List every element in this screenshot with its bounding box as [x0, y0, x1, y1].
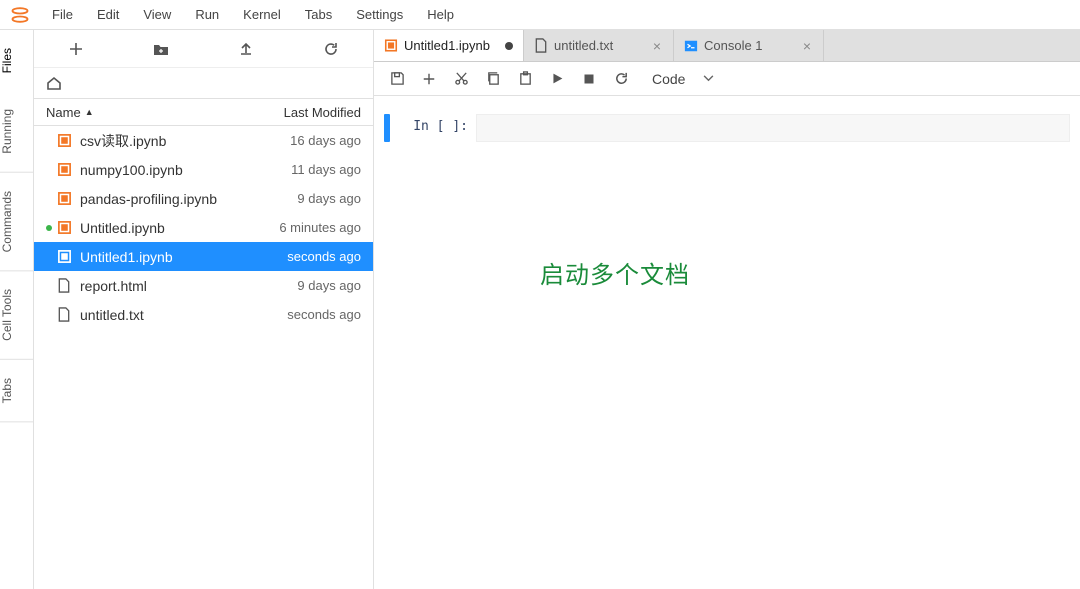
file-browser-toolbar — [34, 30, 373, 68]
file-row[interactable]: Untitled.ipynb6 minutes ago — [34, 213, 373, 242]
file-row[interactable]: pandas-profiling.ipynb9 days ago — [34, 184, 373, 213]
editor-tab[interactable]: Console 1 × — [674, 30, 824, 61]
upload-button[interactable] — [234, 37, 258, 61]
close-icon[interactable]: × — [651, 38, 663, 54]
code-cell[interactable]: In [ ]: — [384, 114, 1070, 142]
close-icon[interactable]: × — [801, 38, 813, 54]
file-modified-label: 16 days ago — [290, 133, 361, 148]
running-indicator-icon — [46, 254, 52, 260]
file-modified-label: 11 days ago — [291, 162, 361, 177]
rail-tab-running[interactable]: Running — [0, 91, 33, 173]
paste-button[interactable] — [510, 66, 540, 92]
tab-type-icon — [684, 39, 698, 53]
save-button[interactable] — [382, 66, 412, 92]
notebook-icon — [56, 133, 72, 149]
editor-tab[interactable]: Untitled1.ipynb — [374, 30, 524, 61]
running-indicator-icon — [46, 283, 52, 289]
cell-select-strip — [384, 114, 390, 142]
menu-settings[interactable]: Settings — [344, 3, 415, 26]
tab-label: Untitled1.ipynb — [404, 38, 499, 53]
file-name-label: numpy100.ipynb — [80, 162, 291, 178]
running-indicator-icon — [46, 196, 52, 202]
add-cell-button[interactable] — [414, 66, 444, 92]
file-row[interactable]: untitled.txtseconds ago — [34, 300, 373, 329]
running-indicator-icon — [46, 138, 52, 144]
file-name-label: pandas-profiling.ipynb — [80, 191, 297, 207]
copy-button[interactable] — [478, 66, 508, 92]
file-modified-label: seconds ago — [287, 307, 361, 322]
jupyter-logo-icon — [10, 5, 30, 25]
file-modified-label: 9 days ago — [297, 191, 361, 206]
file-icon — [56, 307, 72, 323]
tab-label: untitled.txt — [554, 38, 645, 53]
new-folder-button[interactable] — [149, 37, 173, 61]
file-row[interactable]: numpy100.ipynb11 days ago — [34, 155, 373, 184]
rail-tab-tabs[interactable]: Tabs — [0, 360, 33, 422]
cell-prompt: In [ ]: — [398, 114, 468, 134]
running-indicator-icon — [46, 225, 52, 231]
refresh-button[interactable] — [319, 37, 343, 61]
rail-tab-files[interactable]: Files — [0, 30, 33, 91]
file-list: csv读取.ipynb16 days agonumpy100.ipynb11 d… — [34, 126, 373, 589]
notebook-icon — [56, 191, 72, 207]
rail-tab-commands[interactable]: Commands — [0, 173, 33, 271]
home-icon — [46, 76, 62, 90]
menu-view[interactable]: View — [131, 3, 183, 26]
header-modified-label: Last Modified — [284, 105, 361, 120]
header-name-label: Name — [46, 105, 81, 120]
annotation-text: 启动多个文档 — [540, 255, 690, 290]
run-button[interactable] — [542, 66, 572, 92]
file-name-label: Untitled.ipynb — [80, 220, 279, 236]
restart-button[interactable] — [606, 66, 636, 92]
cell-type-select[interactable]: Code — [652, 71, 714, 87]
notebook-body[interactable]: In [ ]: — [374, 96, 1080, 589]
file-modified-label: seconds ago — [287, 249, 361, 264]
stop-button[interactable] — [574, 66, 604, 92]
menu-help[interactable]: Help — [415, 3, 466, 26]
notebook-icon — [56, 249, 72, 265]
file-modified-label: 9 days ago — [297, 278, 361, 293]
tab-type-icon — [534, 39, 548, 53]
menu-kernel[interactable]: Kernel — [231, 3, 293, 26]
file-modified-label: 6 minutes ago — [279, 220, 361, 235]
file-name-label: report.html — [80, 278, 297, 294]
dirty-indicator-icon — [505, 42, 513, 50]
rail-tab-cell-tools[interactable]: Cell Tools — [0, 271, 33, 360]
work-area: Untitled1.ipynb untitled.txt × Console 1 × C… — [374, 30, 1080, 589]
file-row[interactable]: csv读取.ipynb16 days ago — [34, 126, 373, 155]
cell-type-label: Code — [652, 71, 685, 87]
chevron-down-icon — [703, 75, 714, 82]
tab-label: Console 1 — [704, 38, 795, 53]
file-icon — [56, 278, 72, 294]
menu-run[interactable]: Run — [183, 3, 231, 26]
file-list-header[interactable]: Name ▲ Last Modified — [34, 98, 373, 126]
sort-caret-icon: ▲ — [85, 107, 94, 117]
editor-tab[interactable]: untitled.txt × — [524, 30, 674, 61]
tab-type-icon — [384, 39, 398, 53]
cut-button[interactable] — [446, 66, 476, 92]
file-name-label: Untitled1.ipynb — [80, 249, 287, 265]
menu-file[interactable]: File — [40, 3, 85, 26]
notebook-toolbar: Code — [374, 62, 1080, 96]
file-row[interactable]: report.html9 days ago — [34, 271, 373, 300]
breadcrumb[interactable] — [34, 68, 373, 98]
file-name-label: untitled.txt — [80, 307, 287, 323]
running-indicator-icon — [46, 312, 52, 318]
notebook-icon — [56, 162, 72, 178]
file-browser-panel: Name ▲ Last Modified csv读取.ipynb16 days … — [34, 30, 374, 589]
file-row[interactable]: Untitled1.ipynbseconds ago — [34, 242, 373, 271]
file-name-label: csv读取.ipynb — [80, 131, 290, 151]
tab-bar: Untitled1.ipynb untitled.txt × Console 1 × — [374, 30, 1080, 62]
menu-edit[interactable]: Edit — [85, 3, 131, 26]
menu-tabs[interactable]: Tabs — [293, 3, 344, 26]
running-indicator-icon — [46, 167, 52, 173]
notebook-icon — [56, 220, 72, 236]
new-launcher-button[interactable] — [64, 37, 88, 61]
top-menu-bar: File Edit View Run Kernel Tabs Settings … — [0, 0, 1080, 30]
cell-input[interactable] — [476, 114, 1070, 142]
sidebar-rail: Files Running Commands Cell Tools Tabs — [0, 30, 34, 589]
